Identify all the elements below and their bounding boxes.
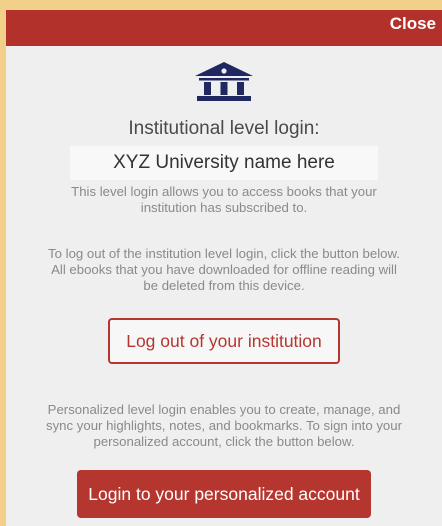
login-personalized-button[interactable]: Login to your personalized account xyxy=(77,470,371,518)
page-title: Institutional level login: xyxy=(128,118,320,139)
institution-name: XYZ University name here xyxy=(70,146,378,180)
institution-icon xyxy=(195,62,253,101)
modal-content: Institutional level login: XYZ Universit… xyxy=(6,46,442,518)
modal-header: Close xyxy=(6,10,442,46)
institution-description: This level login allows you to access bo… xyxy=(71,184,377,215)
personalized-description: Personalized level login enables you to … xyxy=(45,402,402,449)
logout-institution-button[interactable]: Log out of your institution xyxy=(108,318,340,364)
logout-description: To log out of the institution level logi… xyxy=(48,246,400,293)
login-modal: Close Institutional level login: XYZ Uni… xyxy=(6,10,442,526)
close-button[interactable]: Close xyxy=(390,14,436,34)
